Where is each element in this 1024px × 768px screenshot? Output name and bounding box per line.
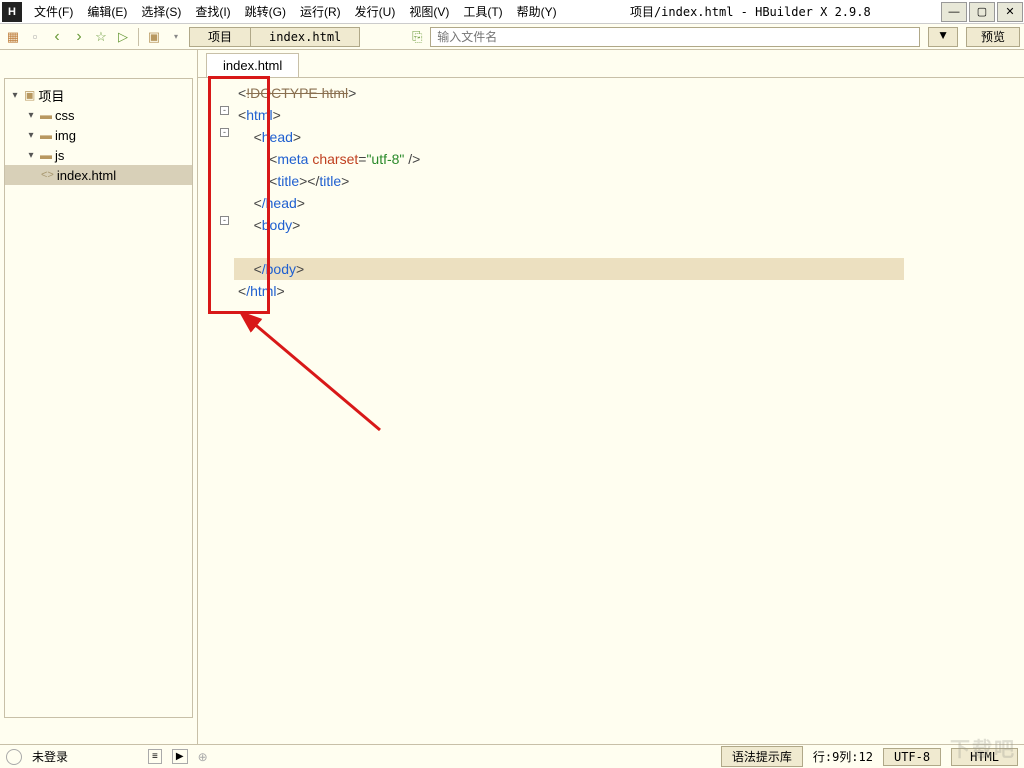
editor-tabs: index.html bbox=[198, 50, 1024, 78]
folder-icon: ▣ bbox=[24, 88, 35, 102]
dropdown-icon[interactable]: ▾ bbox=[167, 28, 185, 46]
menu-file[interactable]: 文件(F) bbox=[30, 1, 77, 22]
crumb-file[interactable]: index.html bbox=[251, 30, 359, 44]
list-icon[interactable]: ≡ bbox=[148, 749, 162, 764]
folder-icon: ▬ bbox=[40, 128, 52, 142]
tree-label: img bbox=[55, 128, 76, 143]
title-bar: H 文件(F) 编辑(E) 选择(S) 查找(I) 跳转(G) 运行(R) 发行… bbox=[0, 0, 1024, 24]
nav-forward-icon[interactable]: › bbox=[70, 28, 88, 46]
crumb-project[interactable]: 项目 bbox=[190, 28, 251, 46]
encoding-button[interactable]: UTF-8 bbox=[883, 748, 941, 766]
tree-node-css[interactable]: ▾ ▬ css bbox=[5, 105, 192, 125]
separator bbox=[138, 28, 139, 46]
menu-select[interactable]: 选择(S) bbox=[137, 1, 185, 22]
minimize-button[interactable]: — bbox=[941, 2, 967, 22]
fold-icon[interactable]: - bbox=[220, 128, 229, 137]
chevron-down-icon[interactable]: ▾ bbox=[9, 90, 21, 101]
tab-index[interactable]: index.html bbox=[206, 53, 299, 77]
cursor-position: 行:9列:12 bbox=[813, 748, 873, 765]
menu-help[interactable]: 帮助(Y) bbox=[513, 1, 561, 22]
fold-icon[interactable]: - bbox=[220, 106, 229, 115]
menu-goto[interactable]: 跳转(G) bbox=[241, 1, 290, 22]
window-title: 项目/index.html - HBuilder X 2.9.8 bbox=[561, 3, 940, 20]
user-icon[interactable] bbox=[6, 749, 22, 765]
app-icon: H bbox=[2, 2, 22, 22]
folder-icon: ▬ bbox=[40, 148, 52, 162]
tree-node-js[interactable]: ▾ ▬ js bbox=[5, 145, 192, 165]
menu-run[interactable]: 运行(R) bbox=[296, 1, 345, 22]
nav-back-icon[interactable]: ‹ bbox=[48, 28, 66, 46]
filename-input[interactable] bbox=[430, 27, 920, 47]
folder-icon: ▬ bbox=[40, 108, 52, 122]
language-button[interactable]: HTML bbox=[951, 748, 1018, 766]
globe-icon[interactable]: ⊕ bbox=[198, 750, 208, 764]
chevron-down-icon[interactable]: ▾ bbox=[25, 150, 37, 161]
star-icon[interactable]: ☆ bbox=[92, 28, 110, 46]
tree-label: css bbox=[55, 108, 75, 123]
status-bar: 未登录 ≡ ▶ ⊕ 语法提示库 行:9列:12 UTF-8 HTML bbox=[0, 744, 1024, 768]
menu-publish[interactable]: 发行(U) bbox=[351, 1, 400, 22]
new-file-icon[interactable]: ▦ bbox=[4, 28, 22, 46]
explorer-icon[interactable]: ▣ bbox=[145, 28, 163, 46]
menu-find[interactable]: 查找(I) bbox=[191, 1, 234, 22]
filter-button[interactable]: ▼ bbox=[928, 27, 958, 47]
sidebar: ▾ ▣ 项目 ▾ ▬ css ▾ ▬ img ▾ ▬ js <> index.h bbox=[0, 50, 198, 744]
editor-area: index.html - - - <!DOCTYPE html> <html> … bbox=[198, 50, 1024, 744]
file-icon: <> bbox=[41, 169, 54, 181]
gutter: - - - bbox=[198, 78, 234, 744]
window-controls: — ▢ ✕ bbox=[940, 1, 1024, 23]
tree-label: index.html bbox=[57, 168, 116, 183]
file-tree: ▾ ▣ 项目 ▾ ▬ css ▾ ▬ img ▾ ▬ js <> index.h bbox=[4, 78, 193, 718]
close-button[interactable]: ✕ bbox=[997, 2, 1023, 22]
breadcrumb: 项目 index.html bbox=[189, 27, 360, 47]
tree-node-img[interactable]: ▾ ▬ img bbox=[5, 125, 192, 145]
login-status[interactable]: 未登录 bbox=[32, 748, 68, 765]
terminal-icon[interactable]: ▶ bbox=[172, 749, 188, 764]
save-icon[interactable]: ▫ bbox=[26, 28, 44, 46]
chevron-down-icon[interactable]: ▾ bbox=[25, 110, 37, 121]
locate-icon[interactable]: ⎘ bbox=[408, 28, 426, 46]
tree-node-index[interactable]: <> index.html bbox=[5, 165, 192, 185]
code-content: <!DOCTYPE html> <html> <head> <meta char… bbox=[238, 82, 1024, 302]
menu-bar: 文件(F) 编辑(E) 选择(S) 查找(I) 跳转(G) 运行(R) 发行(U… bbox=[24, 1, 561, 22]
tree-label: js bbox=[55, 148, 64, 163]
menu-view[interactable]: 视图(V) bbox=[405, 1, 453, 22]
preview-button[interactable]: 预览 bbox=[966, 27, 1020, 47]
tree-root[interactable]: ▾ ▣ 项目 bbox=[5, 85, 192, 105]
chevron-down-icon[interactable]: ▾ bbox=[25, 130, 37, 141]
menu-tools[interactable]: 工具(T) bbox=[459, 1, 506, 22]
menu-edit[interactable]: 编辑(E) bbox=[83, 1, 131, 22]
fold-icon[interactable]: - bbox=[220, 216, 229, 225]
code-editor[interactable]: - - - <!DOCTYPE html> <html> <head> <met… bbox=[198, 78, 1024, 744]
maximize-button[interactable]: ▢ bbox=[969, 2, 995, 22]
tree-label: 项目 bbox=[38, 86, 64, 105]
syntax-button[interactable]: 语法提示库 bbox=[721, 746, 803, 767]
main-area: ▾ ▣ 项目 ▾ ▬ css ▾ ▬ img ▾ ▬ js <> index.h bbox=[0, 50, 1024, 744]
run-icon[interactable]: ▷ bbox=[114, 28, 132, 46]
toolbar: ▦ ▫ ‹ › ☆ ▷ ▣ ▾ 项目 index.html ⎘ ▼ 预览 bbox=[0, 24, 1024, 50]
